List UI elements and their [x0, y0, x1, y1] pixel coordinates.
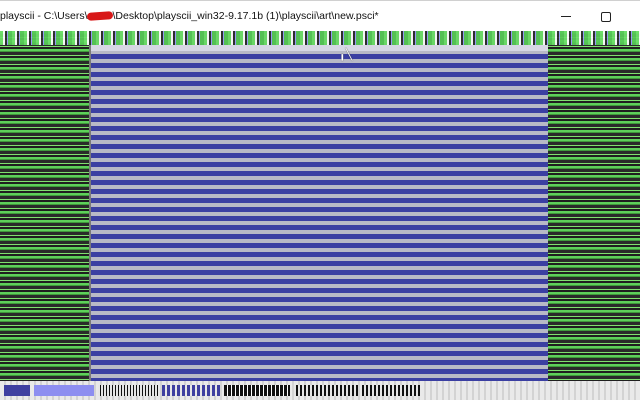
- status-segment[interactable]: [362, 385, 420, 396]
- status-segment[interactable]: [294, 385, 358, 396]
- workspace: ╻╲: [0, 31, 640, 383]
- status-segment[interactable]: [162, 385, 220, 396]
- minimize-icon: [561, 16, 571, 17]
- top-toolbar-glitch: [0, 31, 640, 45]
- status-segment[interactable]: [34, 385, 94, 396]
- window-title: playscii - C:\Users\ \Desktop\playscii_wi…: [0, 1, 379, 32]
- status-bar: [0, 381, 640, 400]
- canvas-top-row: [91, 45, 548, 51]
- art-canvas[interactable]: ╻╲: [89, 45, 548, 383]
- background-right: [548, 31, 640, 383]
- cursor-icon: ╻╲: [339, 48, 353, 61]
- app-window: playscii - C:\Users\ \Desktop\playscii_wi…: [0, 0, 640, 400]
- status-segment[interactable]: [4, 385, 30, 396]
- title-path-start: playscii - C:\Users\: [0, 10, 88, 22]
- status-segment[interactable]: [224, 385, 290, 396]
- title-bar[interactable]: playscii - C:\Users\ \Desktop\playscii_wi…: [0, 0, 640, 31]
- background-left: [0, 31, 89, 383]
- minimize-button[interactable]: [544, 1, 588, 32]
- status-segment[interactable]: [98, 385, 158, 396]
- maximize-button[interactable]: [584, 1, 628, 32]
- redaction-mark: [86, 11, 113, 22]
- title-path-end: \Desktop\playscii_win32-9.17.1b (1)\play…: [112, 10, 379, 22]
- maximize-icon: [601, 11, 611, 22]
